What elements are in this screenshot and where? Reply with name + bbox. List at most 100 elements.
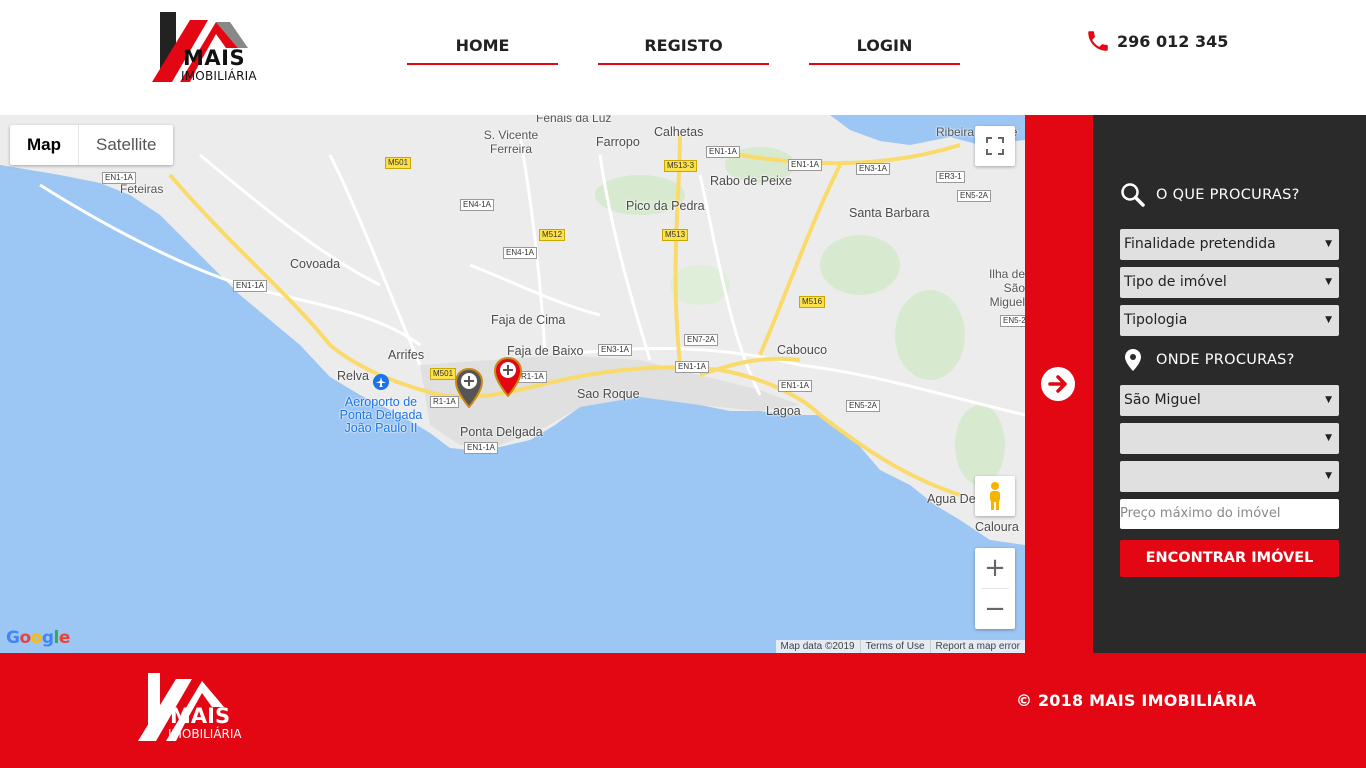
ilha-select[interactable]: São Miguel ▼	[1120, 385, 1339, 416]
search-where-heading: ONDE PROCURAS?	[1120, 347, 1295, 373]
finalidade-value: Finalidade pretendida	[1124, 236, 1276, 252]
nav-login-link[interactable]: LOGIN	[809, 36, 960, 65]
map-type-control: Map Satellite	[10, 125, 174, 165]
road-sign: M516	[799, 296, 826, 308]
freguesia-select[interactable]: ▼	[1120, 461, 1339, 492]
nav-registo[interactable]: REGISTO	[598, 36, 769, 65]
road-sign: EN1-1A	[233, 280, 268, 292]
chevron-down-icon: ▼	[1325, 277, 1332, 287]
search-icon	[1121, 183, 1145, 207]
airport-icon	[373, 374, 389, 390]
airport-label: Aeroporto de Ponta Delgada João Paulo II	[339, 395, 423, 435]
road-sign: EN1-1A	[675, 361, 710, 373]
footer-logo[interactable]: MAIS IMOBILIÁRIA	[136, 671, 256, 746]
chevron-down-icon: ▼	[1325, 471, 1332, 481]
google-logo[interactable]: Google	[6, 628, 70, 648]
footer-logo-text-imobiliaria: IMOBILIÁRIA	[168, 727, 242, 741]
road-sign: EN7-2A	[684, 334, 719, 346]
finalidade-select[interactable]: Finalidade pretendida ▼	[1120, 229, 1339, 260]
site-logo[interactable]: MAIS IMOBILIÁRIA	[150, 10, 270, 85]
tipologia-value: Tipologia	[1124, 312, 1188, 328]
preco-maximo-placeholder: Preço máximo do imóvel	[1120, 506, 1281, 521]
nav-login[interactable]: LOGIN	[809, 36, 960, 65]
road-sign: EN3-1A	[856, 163, 891, 175]
road-sign: EN1-1A	[706, 146, 741, 158]
site-footer: MAIS IMOBILIÁRIA © 2018 MAIS IMOBILIÁRIA	[0, 653, 1366, 768]
phone-contact[interactable]: 296 012 345	[1085, 28, 1228, 54]
fullscreen-button[interactable]	[975, 126, 1015, 166]
zoom-in-button[interactable]: +	[975, 548, 1015, 588]
report-map-error-link[interactable]: Report a map error	[929, 640, 1025, 653]
road-sign: EN1-1A	[778, 380, 813, 392]
tipo-imovel-select[interactable]: Tipo de imóvel ▼	[1120, 267, 1339, 298]
road-sign: R1-1A	[518, 371, 547, 383]
nav-home[interactable]: HOME	[407, 36, 558, 65]
map-place-label: Relva	[337, 369, 369, 383]
google-map[interactable]: Fenais da Luz S. Vicente Ferreira Calhet…	[0, 115, 1025, 653]
road-sign: M513-3	[664, 160, 698, 172]
tipo-imovel-value: Tipo de imóvel	[1124, 274, 1227, 290]
map-place-label: Rabo de Peixe	[710, 174, 793, 188]
phone-icon	[1088, 31, 1108, 51]
search-panel: O QUE PROCURAS? Finalidade pretendida ▼ …	[1093, 115, 1366, 653]
nav-home-link[interactable]: HOME	[407, 36, 558, 65]
zoom-out-button[interactable]: −	[975, 589, 1015, 629]
map-place-label: Caloura	[975, 520, 1019, 534]
map-place-label: Farropo	[596, 135, 640, 149]
map-place-label: S. Vicente Ferreira	[483, 128, 539, 156]
map-place-label: Faja de Baixo	[507, 344, 584, 358]
concelho-select[interactable]: ▼	[1120, 423, 1339, 454]
chevron-down-icon: ▼	[1325, 433, 1332, 443]
site-header: MAIS IMOBILIÁRIA HOME REGISTO LOGIN 296 …	[0, 0, 1366, 115]
map-place-label: Lagoa	[766, 404, 801, 418]
encontrar-imovel-button[interactable]: ENCONTRAR IMÓVEL	[1120, 540, 1339, 577]
preco-maximo-input[interactable]: Preço máximo do imóvel	[1120, 499, 1339, 529]
map-type-map-button[interactable]: Map	[10, 125, 78, 165]
search-what-heading: O QUE PROCURAS?	[1120, 182, 1300, 208]
search-where-label: ONDE PROCURAS?	[1156, 352, 1295, 368]
location-pin-icon	[1125, 349, 1141, 371]
road-sign: EN1-1A	[464, 442, 499, 454]
ilha-value: São Miguel	[1124, 392, 1201, 408]
road-sign: M513	[662, 229, 689, 241]
chevron-down-icon: ▼	[1325, 315, 1332, 325]
map-place-label: Ponta Delgada	[460, 425, 543, 439]
arrow-right-icon	[1048, 375, 1067, 393]
logo-text-imobiliaria: IMOBILIÁRIA	[181, 69, 257, 83]
copyright-text: © 2018 MAIS IMOBILIÁRIA	[1016, 691, 1257, 710]
search-what-label: O QUE PROCURAS?	[1156, 187, 1300, 203]
fullscreen-icon	[986, 137, 1004, 155]
phone-number: 296 012 345	[1117, 31, 1229, 51]
chevron-down-icon: ▼	[1325, 239, 1332, 249]
map-place-label: Cabouco	[777, 343, 828, 357]
map-place-label: Pico da Pedra	[626, 199, 705, 213]
property-pin-icon[interactable]	[455, 368, 483, 408]
pegman-icon	[990, 482, 1000, 510]
road-sign: EN1-1A	[102, 172, 137, 184]
map-place-label: Faja de Cima	[491, 313, 566, 327]
road-sign: M501	[385, 157, 412, 169]
footer-logo-text-mais: MAIS	[170, 704, 231, 728]
road-sign: EN4-1A	[503, 247, 538, 259]
map-type-satellite-button[interactable]: Satellite	[78, 125, 173, 165]
road-sign: EN4-1A	[460, 199, 495, 211]
chevron-down-icon: ▼	[1325, 395, 1332, 405]
logo-text-mais: MAIS	[183, 46, 246, 70]
street-view-pegman-button[interactable]	[975, 476, 1015, 516]
road-sign: EN3-1A	[598, 344, 633, 356]
map-place-label: Sao Roque	[577, 387, 640, 401]
road-sign: EN5-2A	[846, 400, 881, 412]
terms-of-use-link[interactable]: Terms of Use	[859, 640, 930, 653]
road-sign: EN5-2A	[957, 190, 992, 202]
toggle-panel-button[interactable]	[1041, 367, 1075, 401]
tipologia-select[interactable]: Tipologia ▼	[1120, 305, 1339, 336]
map-place-label: Agua De	[927, 492, 976, 506]
map-attribution: Map data ©2019 Terms of Use Report a map…	[775, 640, 1025, 653]
map-place-label: Feteiras	[120, 182, 164, 196]
map-data-credit: Map data ©2019	[780, 641, 855, 652]
nav-registo-link[interactable]: REGISTO	[598, 36, 769, 65]
road-sign: EN5-2	[1000, 315, 1025, 327]
map-place-label: Covoada	[290, 257, 341, 271]
map-place-label: Arrifes	[388, 348, 425, 362]
property-pin-icon[interactable]	[494, 357, 522, 397]
